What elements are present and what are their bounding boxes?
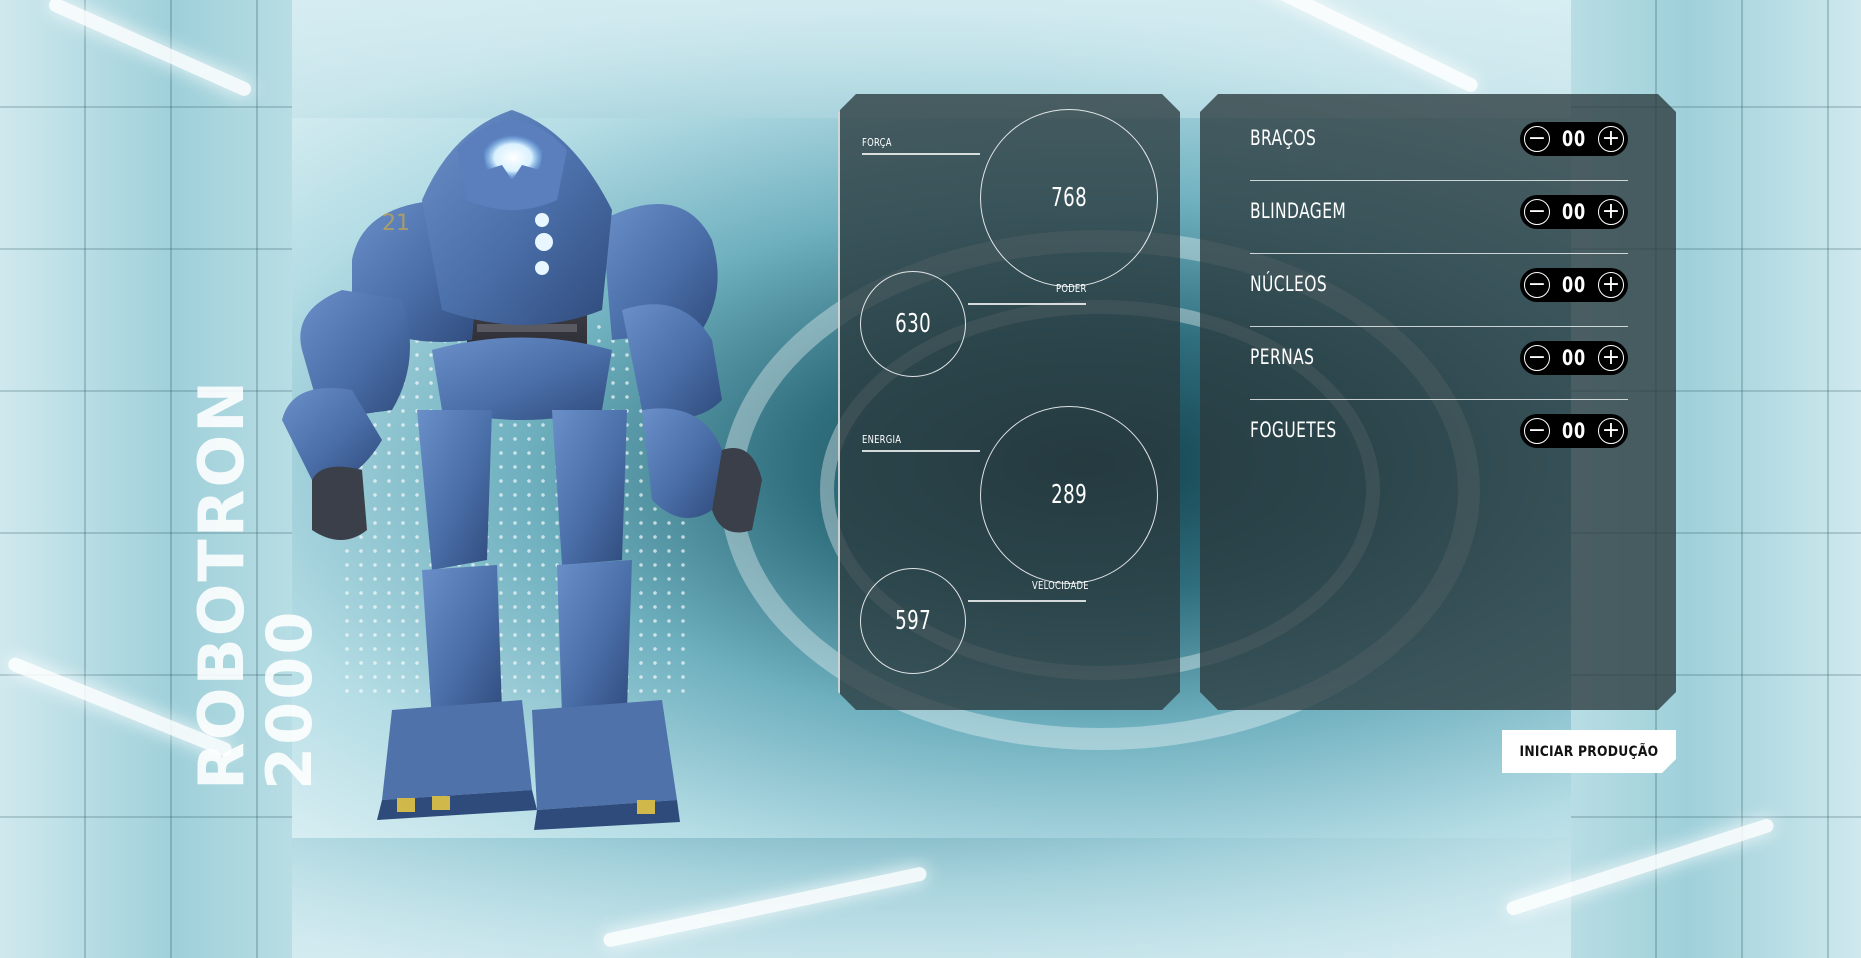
stat-line — [968, 600, 1086, 602]
minus-icon[interactable]: − — [1524, 272, 1550, 298]
quantity-stepper: − 00 + — [1520, 195, 1628, 229]
stat-label-forca: FORÇA — [862, 136, 892, 149]
robot-illustration: 21 — [282, 110, 762, 830]
part-row-foguetes: FOGUETES − 00 + — [1250, 400, 1628, 473]
stat-label-poder: PODER — [1056, 282, 1087, 295]
minus-icon[interactable]: − — [1524, 126, 1550, 152]
stat-circle-forca: 768 — [980, 109, 1158, 287]
quantity-value: 00 — [1561, 200, 1587, 224]
stat-value-poder: 630 — [894, 309, 931, 339]
stat-line — [862, 153, 980, 155]
stat-label-energia: ENERGIA — [862, 433, 902, 446]
stat-label-velocidade: VELOCIDADE — [1032, 579, 1089, 592]
part-name: BRAÇOS — [1250, 126, 1317, 150]
plus-icon[interactable]: + — [1598, 345, 1624, 371]
plus-icon[interactable]: + — [1598, 126, 1624, 152]
stat-line — [862, 450, 980, 452]
stat-value-forca: 768 — [1050, 183, 1087, 213]
start-production-button[interactable]: INICIAR PRODUÇÃO — [1502, 730, 1676, 773]
part-name: BLINDAGEM — [1250, 199, 1347, 223]
part-name: FOGUETES — [1250, 418, 1337, 442]
minus-icon[interactable]: − — [1524, 199, 1550, 225]
stats-panel: FORÇA 768 PODER 630 ENERGIA 289 VELOCIDA… — [838, 94, 1180, 710]
quantity-value: 00 — [1561, 127, 1587, 151]
plus-icon[interactable]: + — [1598, 272, 1624, 298]
stat-value-energia: 289 — [1050, 480, 1087, 510]
plus-icon[interactable]: + — [1598, 199, 1624, 225]
title-line-1: ROBOTRON — [185, 378, 258, 790]
svg-text:21: 21 — [382, 211, 410, 236]
quantity-value: 00 — [1561, 273, 1587, 297]
stat-circle-energia: 289 — [980, 406, 1158, 584]
stat-line — [968, 303, 1086, 305]
plus-icon[interactable]: + — [1598, 418, 1624, 444]
parts-panel: BRAÇOS − 00 + BLINDAGEM − 00 + NÚCLEOS −… — [1200, 94, 1676, 710]
minus-icon[interactable]: − — [1524, 418, 1550, 444]
quantity-value: 00 — [1561, 346, 1587, 370]
part-row-nucleos: NÚCLEOS − 00 + — [1250, 254, 1628, 327]
quantity-stepper: − 00 + — [1520, 122, 1628, 156]
minus-icon[interactable]: − — [1524, 345, 1550, 371]
part-name: NÚCLEOS — [1250, 272, 1328, 296]
quantity-stepper: − 00 + — [1520, 268, 1628, 302]
stat-value-velocidade: 597 — [894, 606, 931, 636]
part-row-blindagem: BLINDAGEM − 00 + — [1250, 181, 1628, 254]
part-name: PERNAS — [1250, 345, 1315, 369]
quantity-stepper: − 00 + — [1520, 414, 1628, 448]
stat-circle-velocidade: 597 — [860, 568, 966, 674]
part-row-bracos: BRAÇOS − 00 + — [1250, 108, 1628, 181]
quantity-value: 00 — [1561, 419, 1587, 443]
part-row-pernas: PERNAS − 00 + — [1250, 327, 1628, 400]
start-production-label: INICIAR PRODUÇÃO — [1519, 743, 1659, 760]
quantity-stepper: − 00 + — [1520, 341, 1628, 375]
stat-circle-poder: 630 — [860, 271, 966, 377]
